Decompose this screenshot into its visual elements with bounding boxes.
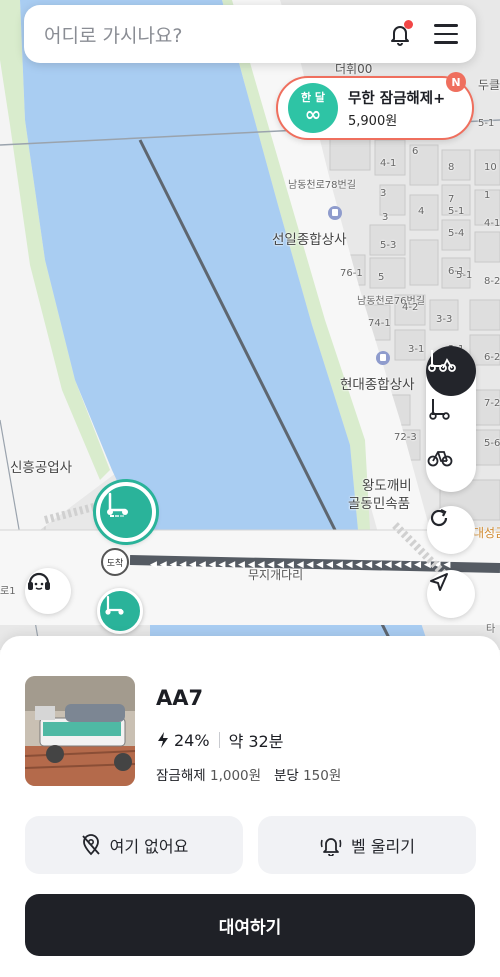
block-number: 76-1 [340,268,363,279]
map-label-seonil-text: 선일종합상사 [272,232,347,248]
battery-level: 24% [174,730,210,750]
remaining-time: 약 32분 [228,732,284,751]
unlock-label: 잠금해제 [156,768,206,784]
unlock-price: 1,000원 [209,768,262,784]
scooter-icon [429,399,450,420]
ring-bell-label: 벨 울리기 [351,837,415,856]
price-info: 잠금해제 1,000원 분당 150원 [156,764,341,784]
block-number: 1 [484,190,491,201]
map-label-left-edge: 로1 [0,586,16,597]
promo-badge: 한 달 ∞ [288,83,338,133]
bell-ring-icon [320,838,342,856]
map-label-hyundai: 현대종합상사 [340,351,415,393]
new-badge: N [446,72,466,92]
block-number: 3 [382,212,389,223]
map-label-top-right: 두클 [478,78,500,92]
scooter-pin[interactable] [97,588,143,634]
search-bar[interactable]: 어디로 가시나요? [24,5,476,63]
arrival-tag: 도착 [101,548,129,576]
building-poi-icon [376,351,390,365]
vehicle-id: AA7 [156,686,204,710]
location-arrow-icon [430,573,448,591]
block-number: 5-3 [380,240,397,251]
filter-scooter-button[interactable] [426,395,476,443]
block-number: 5-1 [478,118,495,129]
per-minute-label: 분당 [273,768,299,784]
my-location-button[interactable] [427,570,475,618]
per-minute-price: 150원 [303,768,342,784]
block-number: 6 [412,146,419,157]
vehicle-photo [25,676,135,786]
scooter-icon [105,595,124,615]
block-number: 5-4 [448,228,465,239]
vehicle-type-filter [426,346,476,492]
refresh-icon [430,509,448,527]
block-number: 4-1 [380,158,397,169]
block-number: 8 [448,162,455,173]
block-number: 5-1 [448,206,465,217]
block-number: 5-6 [484,438,500,449]
block-number: 4 [418,206,425,217]
block-number: 6-2 [484,352,500,363]
lightning-icon [158,732,168,748]
map-label-shinheung: 신흥공업사 [10,460,73,476]
battery-row: 24% 약 32분 [156,728,283,752]
infinity-icon: ∞ [304,102,322,126]
map-label-wangdokkaebi: 왕도깨비 [362,478,412,494]
unlimited-unlock-promo[interactable]: 한 달 ∞ 무한 잠금해제+ 5,900원 N [276,72,474,140]
block-number: 4-2 [402,302,419,313]
block-number: 10 [484,162,497,173]
not-here-button[interactable]: 여기 없어요 [25,816,243,874]
promo-title: 무한 잠금해제+ [348,91,446,107]
not-here-label: 여기 없어요 [109,837,189,856]
search-input[interactable]: 어디로 가시나요? [44,21,386,48]
block-number: 5-1 [456,270,473,281]
refresh-button[interactable] [427,506,475,554]
map-label-seonil: 선일종합상사 [272,206,347,248]
map-label-antiques: 골동민속품 [348,496,411,512]
scooter-and-bike-icon [428,350,456,372]
bicycle-icon [427,451,453,467]
scooter-icon [107,492,128,517]
block-number: 3-3 [436,314,453,325]
map-label-mujigae-bridge: 무지개다리 [248,568,304,582]
vehicle-detail-sheet: AA7 24% 약 32분 잠금해제 1,000원 분당 150원 여기 없어요… [0,636,500,977]
headset-support-icon [28,572,50,590]
block-number: 3-1 [408,344,425,355]
building-poi-icon [328,206,342,220]
map-label-hyundai-text: 현대종합상사 [340,377,415,393]
block-number: 5 [378,272,385,283]
block-number: 74-1 [368,318,391,329]
promo-price: 5,900원 [348,114,398,129]
map-label-daesung: 대성금 [473,526,500,540]
support-button[interactable] [25,568,71,614]
block-number: 8-2 [484,276,500,287]
block-number: 3 [380,188,387,199]
hamburger-menu-icon[interactable] [434,24,458,44]
filter-all-button[interactable] [426,346,476,396]
notification-dot [404,20,413,29]
map-label-bottom-right: 타 [486,624,496,635]
selected-scooter-pin[interactable] [96,482,156,542]
block-number: 72-3 [394,432,417,443]
block-number: 7 [448,194,455,205]
location-off-icon [81,834,100,856]
ring-bell-button[interactable]: 벨 울리기 [258,816,476,874]
filter-bike-button[interactable] [426,443,476,491]
block-number: 4-10 [484,218,500,229]
block-number: 7-2 [484,398,500,409]
map-label-road-78: 남동천로78번길 [288,180,356,191]
rent-button[interactable]: 대여하기 [25,894,475,956]
notification-button[interactable] [386,20,414,48]
